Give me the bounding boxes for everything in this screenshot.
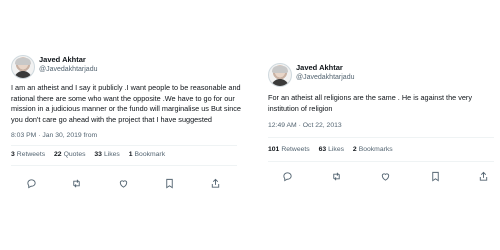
tweet-card[interactable]: Javed Akhtar @Javedakhtarjadu For an ath…: [262, 45, 500, 200]
author-handle[interactable]: @Javedakhtarjadu: [296, 73, 354, 83]
share-icon[interactable]: [476, 169, 490, 183]
reply-icon[interactable]: [280, 169, 294, 183]
share-icon[interactable]: [208, 176, 222, 190]
tweet-timestamp[interactable]: 8:03 PM · Jan 30, 2019 from: [11, 132, 97, 139]
tweet-stats: 3 Retweets 22 Quotes 33 Likes 1 Bookmark: [11, 151, 172, 158]
bookmark-count[interactable]: 1 Bookmark: [129, 151, 165, 158]
author-display-name[interactable]: Javed Akhtar: [39, 55, 97, 65]
quote-count[interactable]: 22 Quotes: [54, 151, 85, 158]
tweet-actions: [280, 169, 494, 183]
tweet-stats: 101 Retweets 63 Likes 2 Bookmarks: [268, 146, 400, 153]
like-icon[interactable]: [378, 169, 392, 183]
author-handle[interactable]: @Javedakhtarjadu: [39, 65, 97, 75]
divider: [11, 145, 237, 146]
bookmark-icon[interactable]: [428, 169, 442, 183]
retweet-icon[interactable]: [69, 176, 83, 190]
tweet-text: I am an atheist and I say it publicly .I…: [11, 83, 241, 124]
tweet-actions: [24, 176, 224, 190]
retweet-icon[interactable]: [329, 169, 343, 183]
divider: [268, 161, 494, 162]
bookmark-icon[interactable]: [162, 176, 176, 190]
tweet-timestamp[interactable]: 12:49 AM · Oct 22, 2013: [268, 122, 342, 129]
divider: [11, 165, 237, 166]
retweet-count[interactable]: 3 Retweets: [11, 151, 45, 158]
reply-icon[interactable]: [24, 176, 38, 190]
retweet-count[interactable]: 101 Retweets: [268, 146, 310, 153]
like-icon[interactable]: [116, 176, 130, 190]
author-display-name[interactable]: Javed Akhtar: [296, 63, 354, 73]
like-count[interactable]: 63 Likes: [319, 146, 344, 153]
tweet-card[interactable]: Javed Akhtar @Javedakhtarjadu I am an at…: [0, 45, 244, 200]
tweet-text: For an atheist all religions are the sam…: [268, 93, 473, 113]
avatar[interactable]: [11, 55, 35, 79]
avatar[interactable]: [268, 63, 292, 87]
like-count[interactable]: 33 Likes: [94, 151, 119, 158]
divider: [268, 137, 494, 138]
bookmark-count[interactable]: 2 Bookmarks: [353, 146, 393, 153]
